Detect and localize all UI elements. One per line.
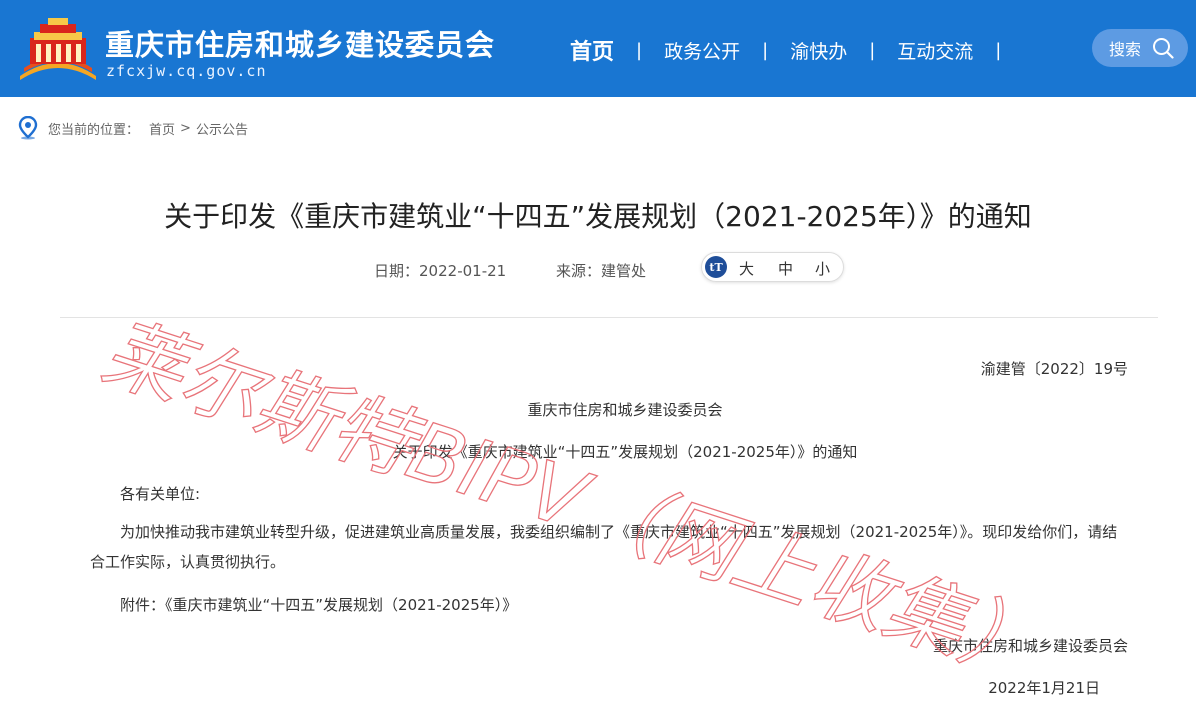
document-attachment: 附件：《重庆市建筑业“十四五”发展规划（2021-2025年）》 — [120, 596, 518, 614]
article-source: 来源：建管处 — [556, 260, 646, 281]
breadcrumb-separator: > — [180, 120, 191, 136]
font-size-medium[interactable]: 中 — [778, 258, 793, 279]
search-button[interactable]: 搜索 — [1092, 29, 1188, 67]
source-value: 建管处 — [601, 262, 647, 280]
nav-item-yukuaiban[interactable]: 渝快办 — [768, 37, 869, 64]
document-salutation: 各有关单位: — [120, 485, 201, 503]
breadcrumb-prefix: 您当前的位置： — [48, 122, 140, 138]
article-title: 关于印发《重庆市建筑业“十四五”发展规划（2021-2025年）》的通知 — [164, 200, 1032, 233]
document-body: 为加快推动我市建筑业转型升级，促进建筑业高质量发展，我委组织编制了《重庆市建筑业… — [90, 523, 1118, 571]
site-header: 重庆市住房和城乡建设委员会 zfcxjw.cq.gov.cn 首页 | 政务公开… — [0, 0, 1196, 97]
source-label: 来源： — [556, 262, 602, 280]
breadcrumb-home-link[interactable]: 首页 — [149, 119, 175, 138]
document-subtitle: 关于印发《重庆市建筑业“十四五”发展规划（2021-2025年）》的通知 — [392, 443, 858, 461]
site-logo-icon[interactable] — [18, 16, 98, 82]
nav-separator: | — [995, 39, 1002, 61]
main-nav: 首页 | 政务公开 | 渝快办 | 互动交流 | — [548, 34, 1001, 66]
watermark-text: 莱尔斯特BIPV（网上收集） — [92, 305, 1054, 697]
breadcrumb: 您当前的位置： 首页 > 公示公告 — [18, 116, 248, 140]
font-size-large[interactable]: 大 — [739, 258, 754, 279]
document-issuer: 重庆市住房和城乡建设委员会 — [527, 401, 723, 419]
site-domain: zfcxjw.cq.gov.cn — [106, 62, 267, 80]
title-divider — [60, 317, 1158, 318]
breadcrumb-current[interactable]: 公示公告 — [196, 119, 248, 138]
font-size-switcher: tT 大 中 小 — [701, 252, 844, 282]
location-pin-icon — [18, 116, 38, 140]
nav-item-interaction[interactable]: 互动交流 — [875, 37, 995, 64]
search-icon — [1153, 38, 1174, 59]
font-size-icon: tT — [705, 256, 727, 278]
nav-item-government-affairs[interactable]: 政务公开 — [642, 37, 762, 64]
site-title: 重庆市住房和城乡建设委员会 — [105, 28, 496, 62]
search-label: 搜索 — [1109, 40, 1142, 59]
date-value: 2022-01-21 — [419, 262, 507, 280]
document-signature: 重庆市住房和城乡建设委员会 — [932, 637, 1128, 655]
document-sign-date: 2022年1月21日 — [988, 679, 1100, 697]
nav-item-home[interactable]: 首页 — [548, 34, 636, 66]
font-size-small[interactable]: 小 — [815, 258, 830, 279]
article-date: 日期：2022-01-21 — [374, 260, 506, 281]
document-number: 渝建管〔2022〕19号 — [980, 360, 1128, 378]
date-label: 日期： — [374, 262, 420, 280]
